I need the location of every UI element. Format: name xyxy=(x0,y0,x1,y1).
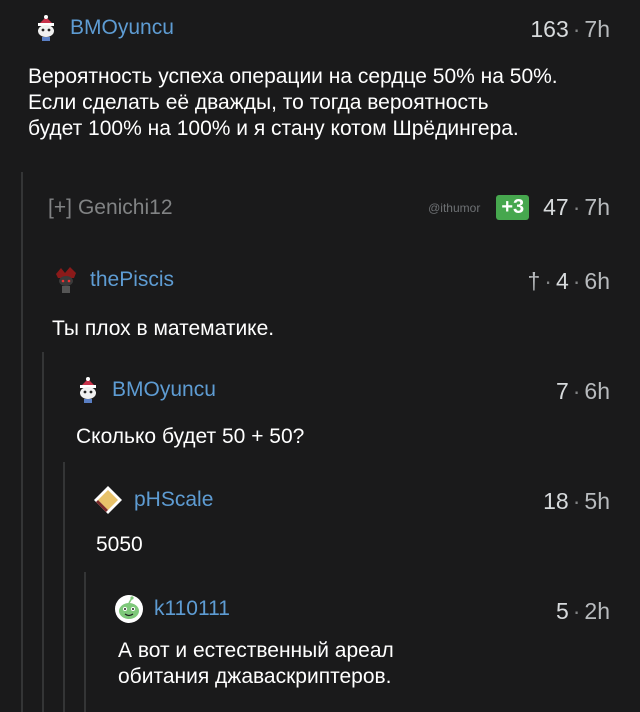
score: 18 xyxy=(543,488,569,514)
separator: · xyxy=(572,598,581,624)
dagger-flair: † xyxy=(527,268,541,294)
timestamp: 7h xyxy=(584,16,610,42)
comment-line: 5050 xyxy=(96,533,143,556)
thread-line-2[interactable] xyxy=(42,352,44,712)
username[interactable]: k110111 xyxy=(154,597,230,621)
watermark: @ithumor xyxy=(428,200,481,215)
username[interactable]: pHScale xyxy=(134,488,213,512)
book-avatar-icon[interactable] xyxy=(92,484,124,516)
comment-meta: 163 · 7h xyxy=(530,16,610,43)
score: 163 xyxy=(530,16,569,42)
comment-line: Если сделать её дважды, то тогда вероятн… xyxy=(28,91,489,114)
comment-meta: 7 · 6h xyxy=(556,378,610,405)
thread-line-1[interactable] xyxy=(21,172,23,712)
green-snoo-icon[interactable] xyxy=(114,594,144,624)
timestamp: 7h xyxy=(584,194,610,220)
separator: · xyxy=(572,488,581,514)
thread-line-4[interactable] xyxy=(84,572,86,712)
username[interactable]: BMOyuncu xyxy=(112,378,216,402)
score: 47 xyxy=(543,194,569,220)
expand-toggle[interactable]: [+] xyxy=(48,196,72,220)
comment-meta: 18 · 5h xyxy=(543,488,610,515)
separator: · xyxy=(572,16,581,42)
timestamp: 5h xyxy=(584,488,610,514)
comment-body: Ты плох в математике. xyxy=(52,316,274,342)
timestamp: 2h xyxy=(584,598,610,624)
separator: · xyxy=(572,378,581,404)
separator: · xyxy=(572,194,581,220)
comment-meta: 5 · 2h xyxy=(556,598,610,625)
comment-line: Вероятность успеха операции на сердце 50… xyxy=(28,65,558,88)
comment-meta: @ithumor +3 47 · 7h xyxy=(428,194,610,221)
comment-body: Вероятность успеха операции на сердце 50… xyxy=(28,64,558,142)
snoo-santa-hat-icon[interactable] xyxy=(32,14,60,42)
reply-count-badge[interactable]: +3 xyxy=(496,195,530,220)
comment-body: А вот и естественный ареал обитания джав… xyxy=(118,638,394,690)
comment-meta: † · 4 · 6h xyxy=(527,268,610,295)
timestamp: 6h xyxy=(584,268,610,294)
comment-line: Ты плох в математике. xyxy=(52,317,275,340)
separator: · xyxy=(544,268,552,294)
score: 7 xyxy=(555,378,569,404)
comment-body: Сколько будет 50 + 50? xyxy=(76,424,304,450)
comment-line: Сколько будет 50 + 50? xyxy=(76,425,305,448)
comment-line: обитания джаваскриптеров. xyxy=(118,665,392,688)
comment-line: А вот и естественный ареал xyxy=(118,639,394,662)
dark-red-avatar-icon[interactable] xyxy=(52,266,80,294)
username[interactable]: Genichi12 xyxy=(78,196,173,220)
username[interactable]: BMOyuncu xyxy=(70,16,174,40)
timestamp: 6h xyxy=(584,378,610,404)
comment-body: 5050 xyxy=(96,532,143,558)
snoo-santa-hat-icon[interactable] xyxy=(74,376,102,404)
score: 5 xyxy=(555,598,569,624)
username[interactable]: thePiscis xyxy=(90,268,174,292)
separator: · xyxy=(572,268,581,294)
comment-line: будет 100% на 100% и я стану котом Шрёди… xyxy=(28,117,519,140)
score: 4 xyxy=(555,268,569,294)
thread-line-3[interactable] xyxy=(63,462,65,712)
